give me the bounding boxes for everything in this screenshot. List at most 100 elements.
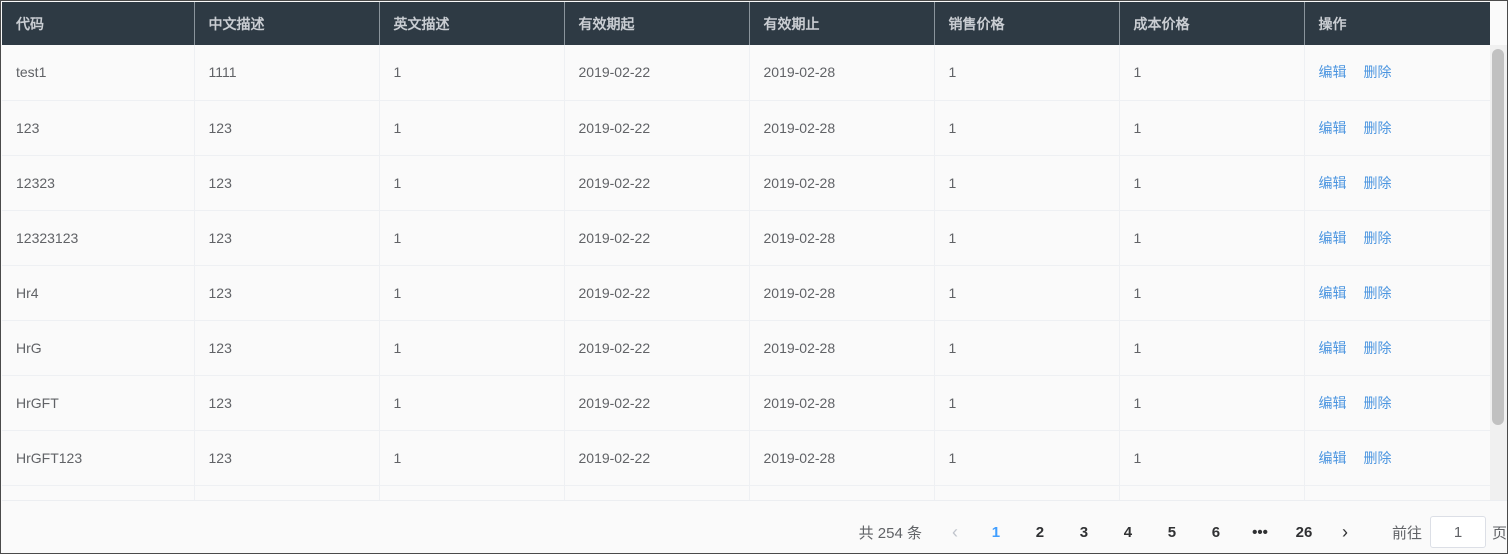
table-footer: 共 254 条 ‹ 123456•••26 › 前往 页 [2, 500, 1507, 553]
column-header: 有效期止 [749, 2, 935, 45]
table-cell: 2019-02-28 [749, 320, 935, 376]
table-cell [564, 485, 750, 500]
table-cell: 1 [379, 430, 565, 486]
page-number[interactable]: 26 [1282, 524, 1326, 541]
table-row[interactable] [2, 485, 1490, 500]
table-cell [379, 485, 565, 500]
table-cell: Hr4 [2, 265, 195, 321]
table-cell [1119, 485, 1305, 500]
table-cell: HrGFT123 [2, 430, 195, 486]
pagination: 共 254 条 ‹ 123456•••26 › 前往 页 [859, 516, 1507, 548]
data-table: 代码 中文描述 英文描述 有效期起 有效期止 销售价格 成本价格 操作 test1 1111 1 2… [2, 2, 1490, 500]
prev-page-icon[interactable]: ‹ [944, 522, 966, 543]
table-cell: 1 [379, 155, 565, 211]
jump-suffix-label: 页 [1491, 524, 1507, 542]
table-row[interactable]: HrG 123 1 2019-02-22 2019-02-28 1 1 编辑 删除 [2, 320, 1490, 376]
edit-link[interactable]: 编辑 [1319, 450, 1347, 466]
table-cell: 1 [1119, 375, 1305, 431]
table-cell: 1 [379, 100, 565, 156]
table-cell: 1 [1119, 45, 1305, 101]
table-cell: HrG [2, 320, 195, 376]
jump-page-input[interactable] [1429, 516, 1486, 548]
table-cell: 1 [934, 430, 1120, 486]
table-header-row: 代码 中文描述 英文描述 有效期起 有效期止 销售价格 成本价格 操作 [2, 2, 1490, 45]
table-cell: 123 [194, 210, 380, 266]
table-cell: 1 [379, 210, 565, 266]
total-count: 共 254 条 [858, 524, 922, 542]
page-number[interactable]: 1 [974, 524, 1018, 541]
table-cell: 12323 [2, 155, 195, 211]
page-number[interactable]: 6 [1194, 524, 1238, 541]
table-cell: 1 [934, 45, 1120, 101]
table-cell: 1 [379, 375, 565, 431]
page-list: 1 2 3 4 5 6 ••• 26 [974, 524, 1326, 541]
edit-link[interactable]: 编辑 [1319, 395, 1347, 411]
edit-link[interactable]: 编辑 [1319, 285, 1347, 301]
delete-link[interactable]: 删除 [1364, 285, 1392, 301]
column-header: 销售价格 [934, 2, 1120, 45]
delete-link[interactable]: 删除 [1364, 450, 1392, 466]
table-row[interactable]: Hr4 123 1 2019-02-22 2019-02-28 1 1 编辑 删除 [2, 265, 1490, 321]
delete-link[interactable]: 删除 [1364, 64, 1392, 80]
table-cell: 2019-02-22 [564, 155, 750, 211]
table-cell: 12323123 [2, 210, 195, 266]
next-page-icon[interactable]: › [1334, 522, 1356, 543]
table-cell: test1 [2, 45, 195, 101]
actions-cell: 编辑 删除 [1304, 265, 1490, 321]
data-table-panel: 代码 中文描述 英文描述 有效期起 有效期止 销售价格 成本价格 操作 test1 1111 1 2… [0, 0, 1508, 554]
actions-cell: 编辑 删除 [1304, 100, 1490, 156]
table-cell [934, 485, 1120, 500]
edit-link[interactable]: 编辑 [1319, 120, 1347, 136]
table-cell: 2019-02-22 [564, 100, 750, 156]
table-cell [2, 485, 195, 500]
table-row[interactable]: 12323123 123 1 2019-02-22 2019-02-28 1 1 编辑 删除 [2, 210, 1490, 266]
table-cell: 1 [1119, 210, 1305, 266]
table-cell: 2019-02-22 [564, 45, 750, 101]
delete-link[interactable]: 删除 [1364, 395, 1392, 411]
table-row[interactable]: 123 123 1 2019-02-22 2019-02-28 1 1 编辑 删除 [2, 100, 1490, 156]
table-cell: 1 [379, 320, 565, 376]
table-row[interactable]: test1 1111 1 2019-02-22 2019-02-28 1 1 编辑 删除 [2, 45, 1490, 101]
table-container: 代码 中文描述 英文描述 有效期起 有效期止 销售价格 成本价格 操作 test1 1111 1 2… [2, 2, 1490, 500]
scrollbar-thumb[interactable] [1492, 49, 1504, 425]
table-cell: 2019-02-28 [749, 210, 935, 266]
table-cell: 2019-02-22 [564, 265, 750, 321]
column-header: 中文描述 [194, 2, 380, 45]
table-cell: 1 [1119, 265, 1305, 321]
table-cell: 1 [934, 320, 1120, 376]
table-row[interactable]: HrGFT 123 1 2019-02-22 2019-02-28 1 1 编辑 删除 [2, 375, 1490, 431]
more-pages-ellipsis[interactable]: ••• [1238, 524, 1282, 541]
edit-link[interactable]: 编辑 [1319, 340, 1347, 356]
column-header: 英文描述 [379, 2, 565, 45]
table-body: test1 1111 1 2019-02-22 2019-02-28 1 1 编辑 删除 123 1… [2, 45, 1490, 500]
actions-cell: 编辑 删除 [1304, 375, 1490, 431]
table-cell: 123 [194, 375, 380, 431]
page-number[interactable]: 4 [1106, 524, 1150, 541]
actions-cell: 编辑 删除 [1304, 155, 1490, 211]
edit-link[interactable]: 编辑 [1319, 230, 1347, 246]
table-cell: 2019-02-22 [564, 430, 750, 486]
page-number[interactable]: 5 [1150, 524, 1194, 541]
delete-link[interactable]: 删除 [1364, 230, 1392, 246]
table-row[interactable]: HrGFT123 123 1 2019-02-22 2019-02-28 1 1 编辑 删除 [2, 430, 1490, 486]
column-header: 成本价格 [1119, 2, 1305, 45]
table-cell: HrGFT [2, 375, 195, 431]
table-cell: 1 [934, 155, 1120, 211]
page-number[interactable]: 2 [1018, 524, 1062, 541]
table-cell: 1 [934, 265, 1120, 321]
table-cell: 123 [194, 430, 380, 486]
edit-link[interactable]: 编辑 [1319, 64, 1347, 80]
page-number[interactable]: 3 [1062, 524, 1106, 541]
table-row[interactable]: 12323 123 1 2019-02-22 2019-02-28 1 1 编辑 删除 [2, 155, 1490, 211]
column-header: 有效期起 [564, 2, 750, 45]
table-cell: 1 [1119, 320, 1305, 376]
edit-link[interactable]: 编辑 [1319, 175, 1347, 191]
table-cell: 2019-02-28 [749, 45, 935, 101]
delete-link[interactable]: 删除 [1364, 120, 1392, 136]
table-cell: 1 [1119, 430, 1305, 486]
table-cell: 2019-02-22 [564, 375, 750, 431]
delete-link[interactable]: 删除 [1364, 175, 1392, 191]
delete-link[interactable]: 删除 [1364, 340, 1392, 356]
table-cell: 1 [1119, 155, 1305, 211]
column-header: 操作 [1304, 2, 1490, 45]
